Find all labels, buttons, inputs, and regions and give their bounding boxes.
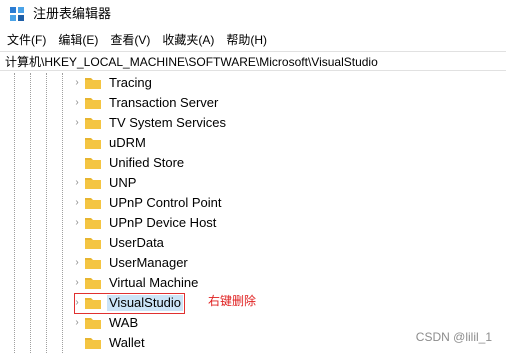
tree-item[interactable]: › TV System Services: [0, 113, 506, 133]
tree-item[interactable]: › Tracing: [0, 73, 506, 93]
tree-item-label: UNP: [109, 175, 137, 190]
menu-help[interactable]: 帮助(H): [220, 30, 273, 50]
folder-icon: [85, 78, 101, 89]
chevron-right-icon[interactable]: ›: [72, 218, 82, 228]
menu-bar: 文件(F) 编辑(E) 查看(V) 收藏夹(A) 帮助(H): [0, 30, 506, 50]
tree-item[interactable]: uDRM: [0, 133, 506, 153]
folder-icon: [85, 98, 101, 109]
tree-item-label: UPnP Device Host: [109, 215, 217, 230]
folder-icon: [85, 278, 101, 289]
tree-item-label: UserData: [109, 235, 164, 250]
folder-icon: [85, 218, 101, 229]
tree-item-label: Wallet: [109, 335, 145, 350]
tree-item-label: Unified Store: [109, 155, 185, 170]
chevron-right-icon[interactable]: ›: [72, 178, 82, 188]
folder-icon: [85, 138, 101, 149]
title-bar[interactable]: 注册表编辑器: [0, 0, 506, 28]
registry-tree[interactable]: › Tracing › Transaction Server › TV System Se…: [0, 73, 506, 353]
folder-icon: [85, 118, 101, 129]
tree-item[interactable]: › UNP: [0, 173, 506, 193]
folder-icon: [85, 338, 101, 349]
window-title: 注册表编辑器: [33, 6, 112, 21]
tree-item-label: TV System Services: [109, 115, 227, 130]
chevron-right-icon[interactable]: ›: [72, 258, 82, 268]
folder-icon: [85, 158, 101, 169]
folder-icon: [85, 178, 101, 189]
tree-item[interactable]: › UPnP Control Point: [0, 193, 506, 213]
annotation-text: 右键删除: [208, 294, 257, 308]
menu-file[interactable]: 文件(F): [0, 30, 52, 50]
chevron-right-icon[interactable]: ›: [72, 78, 82, 88]
tree-item-label: WAB: [109, 315, 139, 330]
highlight-box: [74, 293, 185, 314]
folder-icon: [85, 318, 101, 329]
tree-item-label: Virtual Machine: [109, 275, 199, 290]
menu-view[interactable]: 查看(V): [104, 30, 156, 50]
tree-item[interactable]: › Transaction Server: [0, 93, 506, 113]
chevron-right-icon[interactable]: ›: [72, 98, 82, 108]
registry-editor-icon: [10, 7, 24, 21]
tree-item[interactable]: › Virtual Machine: [0, 273, 506, 293]
folder-icon: [85, 198, 101, 209]
chevron-right-icon[interactable]: ›: [72, 278, 82, 288]
tree-item[interactable]: UserData: [0, 233, 506, 253]
tree-item[interactable]: Unified Store: [0, 153, 506, 173]
menu-edit[interactable]: 编辑(E): [52, 30, 104, 50]
chevron-right-icon[interactable]: ›: [72, 318, 82, 328]
tree-item-label: UPnP Control Point: [109, 195, 222, 210]
tree-item-label: uDRM: [109, 135, 146, 150]
address-bar[interactable]: 计算机\HKEY_LOCAL_MACHINE\SOFTWARE\Microsof…: [0, 51, 506, 71]
tree-item-label: Transaction Server: [109, 95, 219, 110]
watermark: CSDN @lilil_1: [415, 330, 492, 344]
tree-item-label: UserManager: [109, 255, 188, 270]
folder-icon: [85, 258, 101, 269]
chevron-right-icon[interactable]: ›: [72, 198, 82, 208]
folder-icon: [85, 238, 101, 249]
menu-favorites[interactable]: 收藏夹(A): [156, 30, 220, 50]
tree-item[interactable]: › UserManager: [0, 253, 506, 273]
tree-item[interactable]: › UPnP Device Host: [0, 213, 506, 233]
tree-item-label: Tracing: [109, 75, 152, 90]
chevron-right-icon[interactable]: ›: [72, 118, 82, 128]
